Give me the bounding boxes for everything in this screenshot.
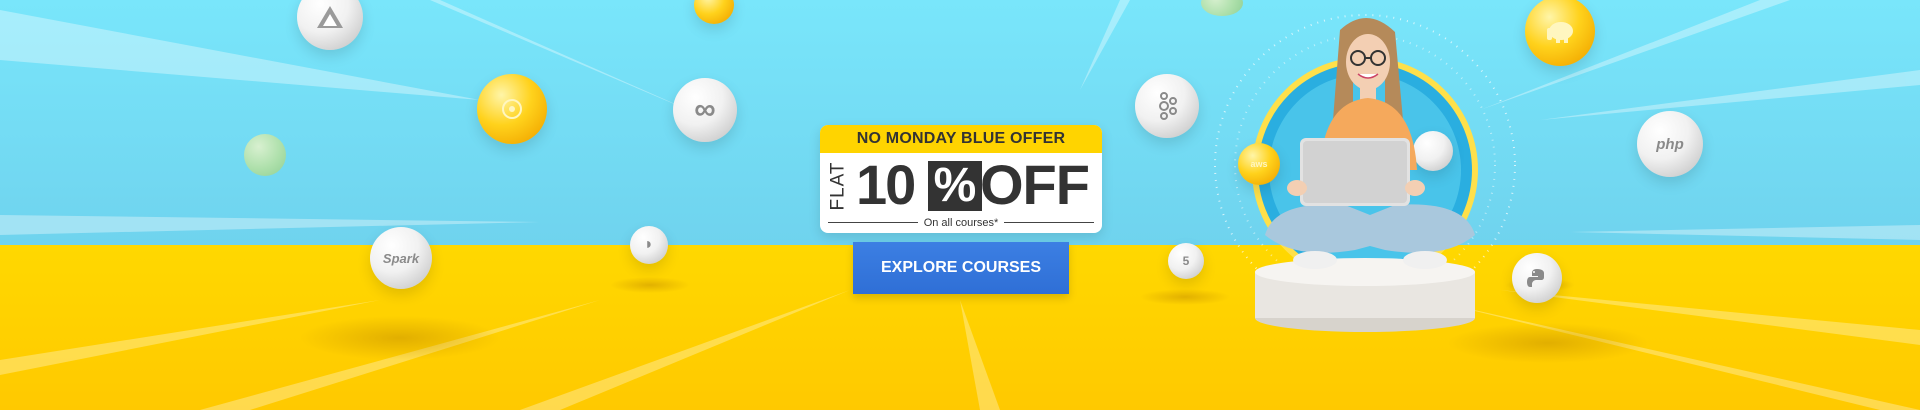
- python-icon: [1512, 253, 1562, 303]
- php-label: php: [1656, 135, 1684, 153]
- green-ball: [244, 134, 286, 176]
- html5-icon: 5: [1168, 243, 1204, 279]
- percent-symbol: %: [928, 161, 982, 211]
- offer-subtitle: On all courses*: [923, 217, 999, 229]
- off-label: OFF: [980, 153, 1090, 216]
- explore-courses-button[interactable]: EXPLORE COURSES: [853, 242, 1069, 294]
- student-with-laptop-image: [1265, 17, 1475, 269]
- infinity-icon: ∞: [673, 78, 737, 142]
- spark-label: Spark: [382, 250, 420, 266]
- discount-number: 10: [856, 153, 916, 216]
- helm-icon: [477, 74, 547, 144]
- php-icon: php: [1637, 111, 1703, 177]
- mysql-dolphin-icon: ◗: [630, 226, 668, 264]
- divider-left: [828, 222, 918, 223]
- kafka-icon: [1135, 74, 1199, 138]
- offer-subtitle-row: On all courses*: [820, 213, 1102, 233]
- offer-discount: FLAT 10 % OFF: [820, 153, 1102, 216]
- promo-banner: ∞ Spark ◗ 5 aws php NO MONDAY BLUE OFFER…: [0, 0, 1920, 410]
- spark-icon: Spark: [370, 227, 432, 289]
- offer-card: NO MONDAY BLUE OFFER FLAT 10 % OFF On al…: [820, 125, 1102, 233]
- offer-title: NO MONDAY BLUE OFFER: [820, 125, 1102, 153]
- divider-right: [1004, 222, 1094, 223]
- flat-label: FLAT: [827, 161, 849, 211]
